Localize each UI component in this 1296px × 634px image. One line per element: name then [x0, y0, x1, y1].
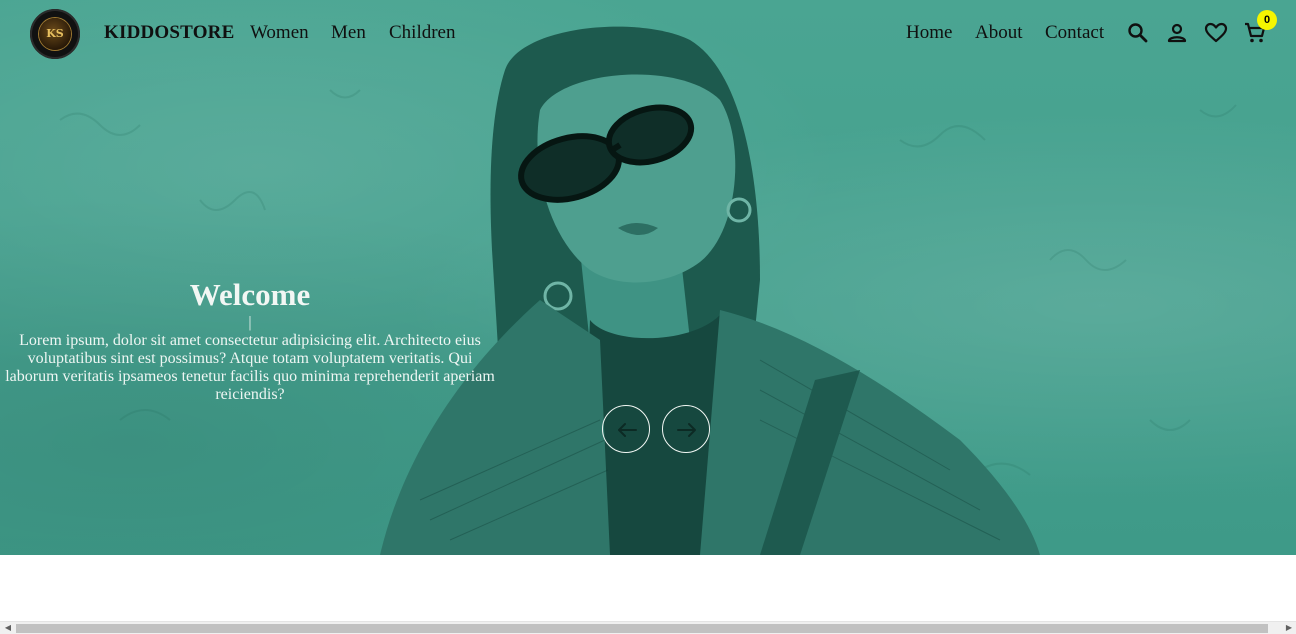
arrow-left-icon [618, 423, 637, 437]
nav-link-women[interactable]: Women [250, 22, 309, 44]
scrollbar-thumb[interactable] [16, 624, 1268, 633]
scroll-left-arrow-icon[interactable]: ◀ [1, 622, 15, 634]
hero-separator: | [248, 314, 252, 331]
hero-caption: Welcome | Lorem ipsum, dolor sit amet co… [0, 276, 500, 404]
account-icon[interactable] [1165, 21, 1189, 45]
arrow-right-icon [677, 423, 696, 437]
logo-emblem: KS [39, 18, 71, 50]
cart-count-badge: 0 [1257, 10, 1277, 30]
search-icon[interactable] [1126, 21, 1150, 45]
nav-link-contact[interactable]: Contact [1045, 22, 1104, 44]
slider-prev-button[interactable] [602, 405, 650, 453]
wishlist-heart-icon[interactable] [1204, 21, 1228, 45]
brand-name[interactable]: KIDDOSTORE [104, 22, 234, 44]
nav-link-men[interactable]: Men [331, 22, 366, 44]
nav-link-about[interactable]: About [975, 22, 1023, 44]
top-navbar: KS KIDDOSTORE Women Men Children Home Ab… [0, 0, 1296, 68]
horizontal-scrollbar[interactable]: ◀ ▶ [0, 621, 1296, 634]
store-logo[interactable]: KS [30, 9, 80, 59]
hero-description: Lorem ipsum, dolor sit amet consectetur … [5, 332, 495, 403]
slider-next-button[interactable] [662, 405, 710, 453]
nav-link-children[interactable]: Children [389, 22, 456, 44]
scroll-right-arrow-icon[interactable]: ▶ [1282, 622, 1296, 634]
nav-link-home[interactable]: Home [906, 22, 952, 44]
hero-title: Welcome [189, 277, 311, 312]
